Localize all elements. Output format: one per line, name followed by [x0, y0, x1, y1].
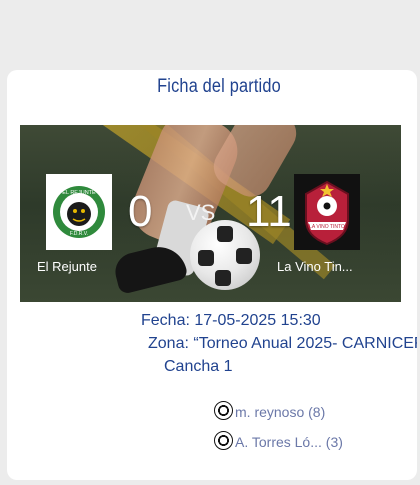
away-team-name[interactable]: La Vino Tin... — [277, 259, 353, 274]
match-card: Ficha del partido EL REJUNTE F.D.R.V. 0 … — [7, 70, 417, 480]
scorer-item: m. reynoso (8) — [214, 401, 325, 420]
vs-label: VS — [186, 200, 216, 225]
home-score: 0 — [128, 187, 153, 236]
match-field: Cancha 1 — [164, 358, 233, 375]
match-date: Fecha: 17-05-2025 15:30 — [141, 312, 321, 329]
soccer-ball-icon — [214, 401, 233, 420]
away-team-logo[interactable]: LA VINO TINTO — [294, 174, 360, 250]
home-logo-text: EL REJUNTE — [62, 190, 96, 196]
away-score: 11 — [246, 187, 292, 236]
soccer-ball-icon — [214, 431, 233, 450]
scorer-name: m. reynoso (8) — [235, 404, 326, 420]
match-hero-banner: EL REJUNTE F.D.R.V. 0 VS 11 LA VINO TINT… — [20, 125, 401, 302]
card-title: Ficha del partido — [157, 76, 281, 97]
home-logo-subtext: F.D.R.V. — [70, 231, 88, 237]
away-logo-text: LA VINO TINTO — [309, 224, 345, 230]
home-team-name[interactable]: El Rejunte — [37, 259, 97, 274]
scorer-item: A. Torres Ló... (3) — [214, 431, 343, 450]
home-team-logo[interactable]: EL REJUNTE F.D.R.V. — [46, 174, 112, 250]
scorer-name: A. Torres Ló... (3) — [235, 434, 343, 450]
match-zone: Zona: “Torneo Anual 2025- CARNICERIA CIM… — [148, 335, 417, 352]
